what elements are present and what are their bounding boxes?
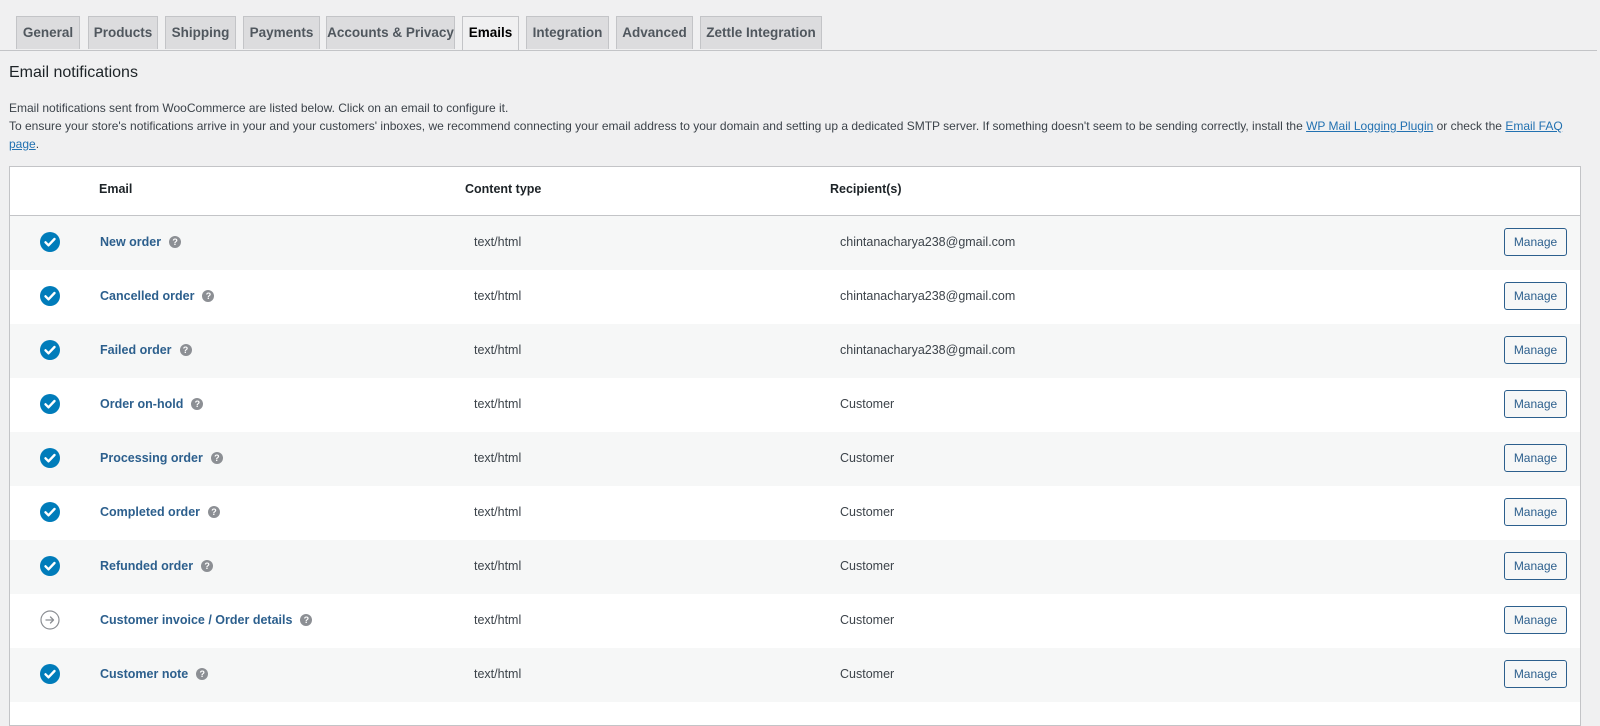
page-title: Email notifications bbox=[9, 64, 138, 81]
column-header-email: Email bbox=[99, 182, 133, 196]
email-name: Order on-hold bbox=[100, 397, 184, 411]
manage-button[interactable]: Manage bbox=[1504, 552, 1567, 580]
manage-button[interactable]: Manage bbox=[1504, 390, 1567, 418]
tab-advanced[interactable]: Advanced bbox=[616, 16, 693, 49]
email-name-link[interactable]: Customer note? bbox=[100, 667, 209, 681]
manage-button[interactable]: Manage bbox=[1504, 498, 1567, 526]
enabled-check-icon bbox=[40, 502, 60, 522]
email-name-link[interactable]: Completed order? bbox=[100, 505, 221, 519]
description-text: . bbox=[35, 137, 40, 151]
wp-mail-logging-link[interactable]: WP Mail Logging Plugin bbox=[1306, 119, 1433, 133]
table-row: Processing order? text/html Customer Manage bbox=[10, 432, 1580, 486]
content-type: text/html bbox=[474, 559, 522, 573]
table-row: New order? text/html chintanacharya238@gma… bbox=[10, 216, 1580, 270]
help-icon[interactable]: ? bbox=[202, 290, 215, 302]
description-line-2: To ensure your store's notifications arr… bbox=[9, 117, 1589, 153]
tab-accounts-privacy[interactable]: Accounts & Privacy bbox=[326, 16, 455, 49]
email-notifications-table: Email Content type Recipient(s) New orde… bbox=[9, 166, 1581, 726]
email-name: Cancelled order bbox=[100, 289, 195, 303]
manual-arrow-icon bbox=[40, 610, 60, 630]
tab-payments[interactable]: Payments bbox=[243, 16, 320, 49]
tab-zettle-integration[interactable]: Zettle Integration bbox=[700, 16, 822, 49]
content-type: text/html bbox=[474, 505, 522, 519]
settings-tabs: General Products Shipping Payments Accou… bbox=[0, 16, 1597, 51]
manage-button[interactable]: Manage bbox=[1504, 606, 1567, 634]
description-line-1: Email notifications sent from WooCommerc… bbox=[9, 101, 509, 115]
tab-integration[interactable]: Integration bbox=[526, 16, 609, 49]
content-type: text/html bbox=[474, 397, 522, 411]
email-name-link[interactable]: Cancelled order? bbox=[100, 289, 215, 303]
manage-button[interactable]: Manage bbox=[1504, 336, 1567, 364]
enabled-check-icon bbox=[40, 340, 60, 360]
manage-button[interactable]: Manage bbox=[1504, 282, 1567, 310]
help-icon[interactable]: ? bbox=[300, 614, 313, 626]
table-row: Customer invoice / Order details? text/ht… bbox=[10, 594, 1580, 648]
table-header: Email Content type Recipient(s) bbox=[10, 167, 1580, 216]
content-type: text/html bbox=[474, 235, 522, 249]
enabled-check-icon bbox=[40, 556, 60, 576]
help-icon[interactable]: ? bbox=[210, 452, 223, 464]
recipient: Customer bbox=[840, 613, 895, 627]
recipient: Customer bbox=[840, 397, 895, 411]
recipient: Customer bbox=[840, 505, 895, 519]
table-row: Failed order? text/html chintanacharya238@… bbox=[10, 324, 1580, 378]
enabled-check-icon bbox=[40, 448, 60, 468]
recipient: chintanacharya238@gmail.com bbox=[840, 289, 1016, 303]
table-row: Customer note? text/html Customer Manage bbox=[10, 648, 1580, 702]
help-icon[interactable]: ? bbox=[191, 398, 204, 410]
recipient: Customer bbox=[840, 667, 895, 681]
recipient: chintanacharya238@gmail.com bbox=[840, 343, 1016, 357]
email-name: Failed order bbox=[100, 343, 172, 357]
tab-emails[interactable]: Emails bbox=[462, 16, 519, 50]
email-name: Processing order bbox=[100, 451, 203, 465]
content-type: text/html bbox=[474, 451, 522, 465]
column-header-content-type: Content type bbox=[465, 182, 542, 196]
enabled-check-icon bbox=[40, 394, 60, 414]
content-type: text/html bbox=[474, 289, 522, 303]
email-name: Completed order bbox=[100, 505, 201, 519]
email-name-link[interactable]: New order? bbox=[100, 235, 182, 249]
table-row: Cancelled order? text/html chintanacharya2… bbox=[10, 270, 1580, 324]
content-type: text/html bbox=[474, 667, 522, 681]
table-body: New order? text/html chintanacharya238@gma… bbox=[10, 216, 1580, 702]
recipient: Customer bbox=[840, 559, 895, 573]
email-name: Customer invoice / Order details bbox=[100, 613, 293, 627]
enabled-check-icon bbox=[40, 664, 60, 684]
email-name-link[interactable]: Customer invoice / Order details? bbox=[100, 613, 313, 627]
enabled-check-icon bbox=[40, 232, 60, 252]
help-icon[interactable]: ? bbox=[201, 560, 214, 572]
email-name-link[interactable]: Failed order? bbox=[100, 343, 192, 357]
page-description: Email notifications sent from WooCommerc… bbox=[9, 99, 1589, 153]
email-name: New order bbox=[100, 235, 162, 249]
manage-button[interactable]: Manage bbox=[1504, 444, 1567, 472]
email-name-link[interactable]: Order on-hold? bbox=[100, 397, 204, 411]
content-type: text/html bbox=[474, 613, 522, 627]
email-name-link[interactable]: Refunded order? bbox=[100, 559, 214, 573]
recipient: Customer bbox=[840, 451, 895, 465]
table-row: Refunded order? text/html Customer Manage bbox=[10, 540, 1580, 594]
table-row: Order on-hold? text/html Customer Manage bbox=[10, 378, 1580, 432]
email-name: Customer note bbox=[100, 667, 189, 681]
recipient: chintanacharya238@gmail.com bbox=[840, 235, 1016, 249]
tab-products[interactable]: Products bbox=[88, 16, 158, 49]
help-icon[interactable]: ? bbox=[208, 506, 221, 518]
help-icon[interactable]: ? bbox=[196, 668, 209, 680]
manage-button[interactable]: Manage bbox=[1504, 228, 1567, 256]
column-header-recipients: Recipient(s) bbox=[830, 182, 902, 196]
email-name-link[interactable]: Processing order? bbox=[100, 451, 223, 465]
help-icon[interactable]: ? bbox=[179, 344, 192, 356]
content-type: text/html bbox=[474, 343, 522, 357]
help-icon[interactable]: ? bbox=[169, 236, 182, 248]
table-row: Completed order? text/html Customer Manage bbox=[10, 486, 1580, 540]
description-text: or check the bbox=[1433, 119, 1506, 133]
tab-general[interactable]: General bbox=[16, 16, 80, 49]
enabled-check-icon bbox=[40, 286, 60, 306]
email-name: Refunded order bbox=[100, 559, 194, 573]
tab-shipping[interactable]: Shipping bbox=[165, 16, 236, 49]
manage-button[interactable]: Manage bbox=[1504, 660, 1567, 688]
description-text: To ensure your store's notifications arr… bbox=[9, 119, 1307, 133]
